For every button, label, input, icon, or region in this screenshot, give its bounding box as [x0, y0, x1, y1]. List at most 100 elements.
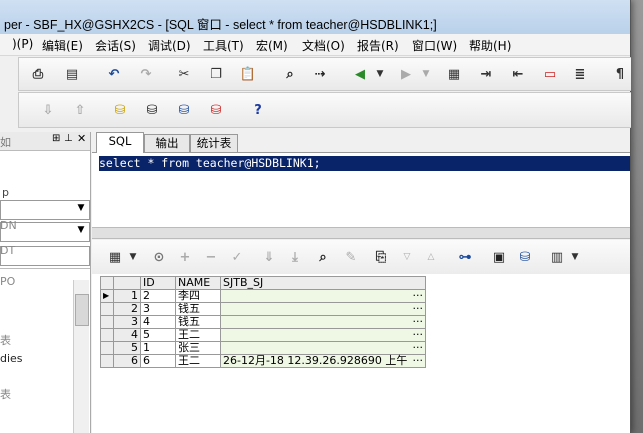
- cut-icon[interactable]: ✂: [175, 65, 193, 83]
- cell-sjtb-sj[interactable]: ···: [220, 289, 426, 303]
- menu-project[interactable]: )(P): [12, 37, 33, 51]
- ellipsis-button[interactable]: ···: [413, 303, 424, 315]
- cell-name[interactable]: 张三: [175, 341, 221, 355]
- menu-help[interactable]: 帮助(H): [469, 37, 511, 54]
- tab-sql[interactable]: SQL: [96, 132, 144, 153]
- table-row[interactable]: 3 4 钱五 ···: [100, 315, 426, 329]
- paste-icon[interactable]: 📋: [239, 65, 257, 83]
- rollback-icon[interactable]: ⛁: [207, 101, 225, 119]
- find-icon[interactable]: ⌕: [281, 65, 299, 83]
- column-header-name[interactable]: NAME: [175, 276, 221, 290]
- help-icon[interactable]: ?: [249, 101, 267, 119]
- menu-macro[interactable]: 宏(M): [256, 37, 288, 54]
- find-next-icon[interactable]: ⇢: [311, 65, 329, 83]
- ellipsis-button[interactable]: ···: [413, 342, 424, 354]
- close-icon[interactable]: ✕: [77, 132, 86, 145]
- uncomment-icon[interactable]: ≣: [571, 65, 589, 83]
- connect-icon[interactable]: ⛁: [111, 101, 129, 119]
- cell-name[interactable]: 王二: [175, 354, 221, 368]
- cell-sjtb-sj[interactable]: ···: [220, 302, 426, 316]
- ellipsis-button[interactable]: ···: [413, 355, 424, 367]
- dropdown-arrow-icon[interactable]: ▼: [371, 65, 389, 83]
- chart-icon[interactable]: ▥: [548, 248, 566, 266]
- document-icon[interactable]: ▦: [445, 65, 463, 83]
- save-icon[interactable]: ▣: [490, 248, 508, 266]
- print-preview-icon[interactable]: ▤: [63, 65, 81, 83]
- table-icon[interactable]: ⛁: [516, 248, 534, 266]
- cell-sjtb-sj[interactable]: ···: [220, 341, 426, 355]
- copy-icon[interactable]: ❐: [207, 65, 225, 83]
- next-page-icon[interactable]: ⇓: [260, 248, 278, 266]
- cell-id[interactable]: 2: [140, 289, 176, 303]
- forward-icon[interactable]: ▶: [397, 65, 415, 83]
- menu-debug[interactable]: 调试(D): [148, 37, 191, 54]
- tab-statistics[interactable]: 统计表: [190, 134, 238, 152]
- cell-sjtb-sj[interactable]: ···: [220, 315, 426, 329]
- commit-icon[interactable]: ⛁: [175, 101, 193, 119]
- menu-document[interactable]: 文档(O): [302, 37, 345, 54]
- ellipsis-button[interactable]: ···: [413, 290, 424, 302]
- menu-tools[interactable]: 工具(T): [203, 37, 244, 54]
- grid-select-icon[interactable]: ▦: [106, 248, 124, 266]
- scrollbar-thumb[interactable]: [75, 294, 89, 326]
- post-changes-icon[interactable]: ✓: [228, 248, 246, 266]
- ellipsis-button[interactable]: ···: [413, 329, 424, 341]
- outdent-icon[interactable]: ⇤: [509, 65, 527, 83]
- insert-record-icon[interactable]: +: [176, 248, 194, 266]
- cell-sjtb-sj[interactable]: ···: [220, 328, 426, 342]
- panel-scrollbar[interactable]: [73, 280, 89, 433]
- indent-icon[interactable]: ⇥: [477, 65, 495, 83]
- goto-icon[interactable]: ◀: [351, 65, 369, 83]
- last-page-icon[interactable]: ⤓: [286, 248, 304, 266]
- beautify-icon[interactable]: ¶: [611, 65, 629, 83]
- filter-combo[interactable]: ▼: [0, 200, 90, 220]
- list-item[interactable]: 表: [0, 332, 11, 348]
- list-item[interactable]: PO: [0, 275, 15, 288]
- pin-icon[interactable]: ⊞: [52, 133, 60, 144]
- cell-id[interactable]: 4: [140, 315, 176, 329]
- upload-icon[interactable]: ⇧: [71, 101, 89, 119]
- sql-icon[interactable]: ⛁: [143, 101, 161, 119]
- cell-id[interactable]: 3: [140, 302, 176, 316]
- dropdown-arrow-icon[interactable]: ▼: [124, 248, 142, 266]
- cell-name[interactable]: 李四: [175, 289, 221, 303]
- download-icon[interactable]: ⇩: [39, 101, 57, 119]
- chevron-up-icon[interactable]: △: [422, 248, 440, 266]
- dropdown-arrow-icon[interactable]: ▼: [566, 248, 584, 266]
- undo-icon[interactable]: ↶: [105, 65, 123, 83]
- menu-report[interactable]: 报告(R): [357, 37, 399, 54]
- cell-id[interactable]: 1: [140, 341, 176, 355]
- sql-text-line[interactable]: select * from teacher@HSDBLINK1;: [99, 156, 630, 171]
- menu-edit[interactable]: 编辑(E): [42, 37, 83, 54]
- chevron-down-icon[interactable]: ▽: [398, 248, 416, 266]
- menu-session[interactable]: 会话(S): [95, 37, 136, 54]
- cell-id[interactable]: 5: [140, 328, 176, 342]
- column-header-id[interactable]: ID: [140, 276, 176, 290]
- table-row[interactable]: 2 3 钱五 ···: [100, 302, 426, 316]
- export-icon[interactable]: ⎘: [372, 248, 390, 266]
- delete-record-icon[interactable]: −: [202, 248, 220, 266]
- cell-sjtb-sj[interactable]: 26-12月-18 12.39.26.928690 上午 ···: [220, 354, 426, 368]
- cell-name[interactable]: 钱五: [175, 315, 221, 329]
- tab-output[interactable]: 输出: [144, 134, 190, 152]
- table-row[interactable]: 6 6 王二 26-12月-18 12.39.26.928690 上午 ···: [100, 354, 426, 368]
- table-row[interactable]: ▶ 1 2 李四 ···: [100, 289, 426, 303]
- pane-splitter[interactable]: [92, 227, 630, 239]
- find-icon[interactable]: ⌕: [314, 248, 332, 266]
- print-icon[interactable]: ⎙: [29, 65, 47, 83]
- clear-icon[interactable]: ✎: [342, 248, 360, 266]
- list-item[interactable]: 表: [0, 386, 11, 402]
- cell-name[interactable]: 王二: [175, 328, 221, 342]
- column-header-sjtb-sj[interactable]: SJTB_SJ: [220, 276, 426, 290]
- cell-id[interactable]: 6: [140, 354, 176, 368]
- dropdown-arrow-icon[interactable]: ▼: [417, 65, 435, 83]
- menu-window[interactable]: 窗口(W): [412, 37, 457, 54]
- lock-icon[interactable]: ⊙: [150, 248, 168, 266]
- table-row[interactable]: 4 5 王二 ···: [100, 328, 426, 342]
- tree-icon[interactable]: ⊶: [456, 248, 474, 266]
- ellipsis-button[interactable]: ···: [413, 316, 424, 328]
- comment-icon[interactable]: ▭: [541, 65, 559, 83]
- redo-icon[interactable]: ↷: [137, 65, 155, 83]
- cell-name[interactable]: 钱五: [175, 302, 221, 316]
- dock-icon[interactable]: ⊥: [64, 133, 73, 144]
